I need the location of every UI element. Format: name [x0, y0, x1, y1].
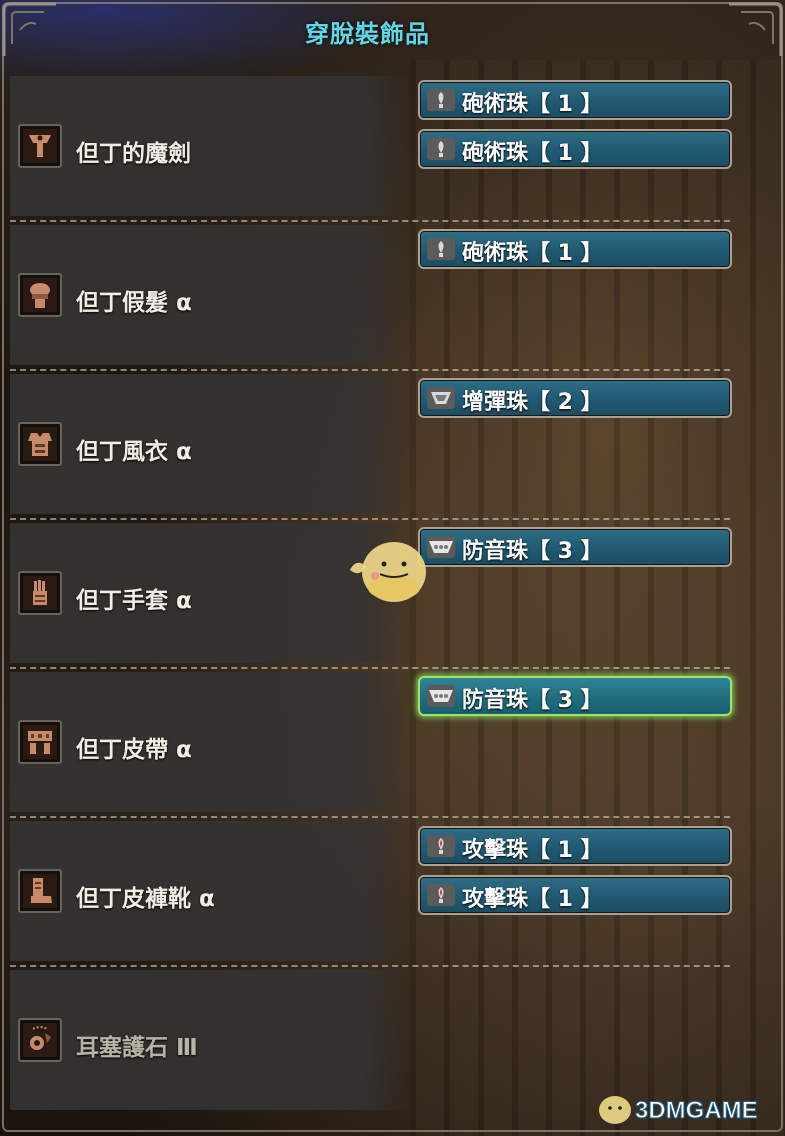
- belt-icon: [18, 720, 62, 764]
- equipment-name: 耳塞護石 Ⅲ: [76, 1035, 198, 1061]
- screen-title: 穿脫裝飾品: [305, 20, 430, 48]
- equipment-name: 但丁風衣 α: [76, 439, 192, 465]
- decoration-label: 防音珠【 3 】: [462, 688, 603, 713]
- equipment-name: 但丁假髮 α: [76, 290, 192, 316]
- equipment-name: 但丁的魔劍: [76, 141, 191, 167]
- decoration-slot[interactable]: 防音珠【 3 】: [418, 527, 732, 567]
- decoration-label: 攻擊珠【 1 】: [462, 838, 603, 863]
- jewel-slot-1-icon: [427, 138, 455, 160]
- jewel-slot-3-icon: [427, 685, 455, 707]
- mascot-watermark-icon: [350, 542, 426, 602]
- decoration-slot[interactable]: 攻擊珠【 1 】: [418, 826, 732, 866]
- decoration-label: 砲術珠【 1 】: [462, 241, 603, 266]
- gloves-icon: [18, 571, 62, 615]
- jewel-slot-2-icon: [427, 387, 455, 409]
- jewel-slot-1-red-icon: [427, 884, 455, 906]
- decoration-label: 砲術珠【 1 】: [462, 92, 603, 117]
- decoration-label: 砲術珠【 1 】: [462, 141, 603, 166]
- decoration-slot[interactable]: 砲術珠【 1 】: [418, 229, 732, 269]
- charm-icon: [18, 1018, 62, 1062]
- equipment-name: 但丁皮褲靴 α: [76, 886, 215, 912]
- jewel-slot-1-icon: [427, 238, 455, 260]
- equipment-row[interactable]: [10, 225, 410, 365]
- row-divider: [10, 965, 730, 967]
- decoration-slot[interactable]: 砲術珠【 1 】: [418, 129, 732, 169]
- equipment-name: 但丁手套 α: [76, 588, 192, 614]
- decoration-label: 防音珠【 3 】: [462, 539, 603, 564]
- decoration-slot[interactable]: 攻擊珠【 1 】: [418, 875, 732, 915]
- equipment-row[interactable]: [10, 76, 410, 216]
- row-divider: [10, 220, 730, 222]
- watermark-text: 3DMGAME: [635, 1097, 758, 1124]
- decoration-slot-selected[interactable]: 防音珠【 3 】: [418, 676, 732, 716]
- row-divider: [10, 816, 730, 818]
- jewel-slot-1-red-icon: [427, 835, 455, 857]
- equipment-row[interactable]: [10, 672, 410, 812]
- row-divider: [10, 667, 730, 669]
- helmet-icon: [18, 273, 62, 317]
- equipment-row[interactable]: [10, 970, 410, 1110]
- row-divider: [10, 518, 730, 520]
- decoration-slot[interactable]: 增彈珠【 2 】: [418, 378, 732, 418]
- chest-armor-icon: [18, 422, 62, 466]
- 3dmgame-logo: 3DMGAME: [599, 1096, 758, 1125]
- boots-icon: [18, 869, 62, 913]
- weapon-icon: [18, 124, 62, 168]
- row-divider: [10, 369, 730, 371]
- decoration-label: 增彈珠【 2 】: [462, 390, 603, 415]
- jewel-slot-1-icon: [427, 89, 455, 111]
- equipment-name: 但丁皮帶 α: [76, 737, 192, 763]
- equipment-row[interactable]: [10, 374, 410, 514]
- decoration-label: 攻擊珠【 1 】: [462, 887, 603, 912]
- decoration-slot[interactable]: 砲術珠【 1 】: [418, 80, 732, 120]
